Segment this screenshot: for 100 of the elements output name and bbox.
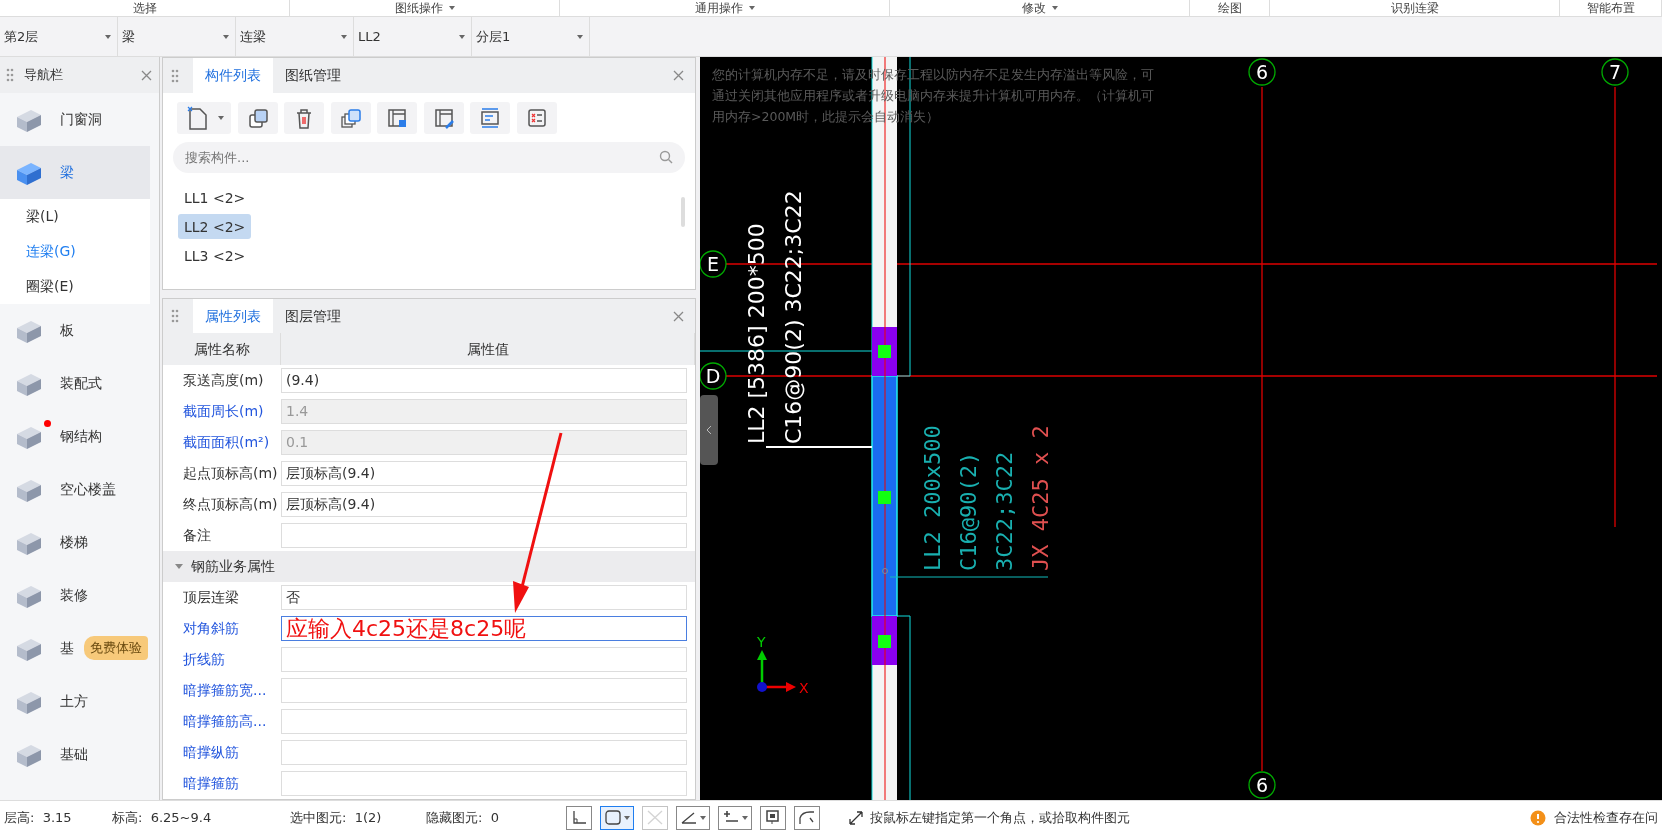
property-name: 备注 [182,526,212,545]
panel-tab[interactable]: 构件列表 [193,58,273,93]
status-field: 层高: 3.15 [4,807,112,828]
component-item[interactable]: LL2 <2> [178,214,252,239]
property-name: 折线筋 [182,650,226,669]
angle-icon [570,809,588,826]
tool-button[interactable] [676,805,710,830]
nav-item[interactable]: 空心楼盖 [0,463,150,516]
cross-icon [646,809,664,826]
property-name: 顶层连梁 [182,588,240,607]
axis-bubble: 7 [1601,58,1629,86]
property-field[interactable]: 应输入4c25还是8c25呢 [281,616,687,641]
nav-item[interactable]: 土方 [0,675,150,728]
tool-button[interactable] [566,805,592,830]
status-field: 标高: 6.25~9.4 [112,807,290,828]
close-icon[interactable] [672,69,685,82]
component-item[interactable]: LL3 <2> [178,243,252,268]
nav-item[interactable]: 板 [0,304,150,357]
ribbon-group-label: 智能布置 [1586,2,1635,14]
nav-subitem[interactable]: 梁(L) [0,199,150,234]
property-field[interactable] [281,740,687,765]
toolbar-button[interactable] [237,102,278,134]
nav-item[interactable]: 钢结构 [0,410,150,463]
panel-tab[interactable]: 图纸管理 [273,58,353,93]
property-field[interactable] [281,647,687,672]
ribbon-group-label: 通用操作 [694,2,743,14]
property-field[interactable]: 层顶标高(9.4) [281,492,687,517]
property-field[interactable]: 层顶标高(9.4) [281,461,687,486]
collapse-icon[interactable] [175,563,183,570]
toolbar-button[interactable] [284,102,324,134]
group-title: 钢筋业务属性 [191,557,275,576]
drag-handle-icon[interactable] [6,68,14,82]
panel-tab[interactable]: 属性列表 [193,299,273,333]
caret-icon [218,116,224,120]
property-field[interactable] [281,678,687,703]
toolbar-button[interactable] [377,102,417,134]
ribbon-group-label: 修改 [1021,2,1046,14]
toolbar-button[interactable] [177,102,231,134]
nav-item[interactable]: 梁 [0,146,150,199]
tool-button[interactable] [718,805,752,830]
beam-label: LL2 [5386] 200*500 [744,223,769,444]
beam-annotation: 3C22;3C22 [992,451,1017,571]
beam-annotation: LL2 200x500 [920,425,945,571]
drag-handle-icon[interactable] [171,309,179,323]
expand-arrow-icon [848,809,864,826]
status-warning[interactable]: 合法性检查存在问 [1554,807,1658,828]
axis-bubble: E [700,250,727,278]
property-field[interactable] [281,709,687,734]
toolbar-button[interactable] [516,102,557,134]
rebar-note: JX 4C25 x 2 [1028,425,1053,571]
panel-title: 导航栏 [24,66,63,85]
panel-tab[interactable]: 图层管理 [273,299,353,333]
axis-label: X [799,680,809,696]
nav-item[interactable]: 门窗洞 [0,93,150,146]
status-hint: 按鼠标左键指定第一个角点，或拾取构件图元 [870,808,1130,827]
toolbar-button[interactable] [330,102,371,134]
nav-subitem[interactable]: 连梁(G) [0,234,150,269]
tool-button[interactable] [600,805,634,830]
nav-item[interactable]: 基 免费体验 [0,622,150,675]
property-field[interactable]: 否 [281,585,687,610]
notification-dot [44,420,51,427]
column-header: 属性名称 [163,333,281,365]
property-name: 起点顶标高(m) [182,464,279,483]
nav-item[interactable]: 装配式 [0,357,150,410]
nav-item[interactable]: 基础 [0,728,150,781]
nav-item[interactable]: 楼梯 [0,516,150,569]
property-name: 暗撑箍筋 [182,774,240,793]
tool-button[interactable] [760,805,786,830]
drag-handle-icon[interactable] [171,68,179,83]
status-field: 隐藏图元: 0 [426,807,566,828]
caret-icon [1051,6,1058,10]
property-field[interactable]: (9.4) [281,368,687,393]
close-icon[interactable] [672,309,685,323]
ribbon-group-label: 图纸操作 [394,2,443,14]
scrollbar[interactable] [681,197,685,227]
property-name: 终点顶标高(m) [182,495,279,514]
caret-icon [700,815,706,820]
toolbar-button[interactable] [423,102,464,134]
collapse-handle[interactable] [700,395,718,465]
status-field: 选中图元: 1(2) [290,807,426,828]
search-icon[interactable] [659,150,673,164]
axis-bubble: 6 [1248,771,1276,799]
caret-icon [448,6,455,10]
nav-item[interactable]: 装修 [0,569,150,622]
component-item[interactable]: LL1 <2> [178,185,252,210]
axis-label: Y [757,634,766,650]
ribbon-group-label: 选择 [132,2,157,14]
close-icon[interactable] [140,68,153,82]
search-field[interactable]: 搜索构件... [173,142,685,173]
nav-subitem[interactable]: 圈梁(E) [0,269,150,304]
property-field[interactable] [281,771,687,796]
caret-icon [742,815,748,820]
axis-bubble: D [700,362,727,390]
toolbar-button[interactable] [470,102,510,134]
property-name: 暗撑纵筋 [182,743,240,762]
property-field[interactable] [281,523,687,548]
property-name: 截面面积(m²) [182,433,271,452]
tool-button[interactable] [794,805,820,830]
curve-icon [798,809,816,826]
promo-badge: 免费体验 [84,636,148,660]
